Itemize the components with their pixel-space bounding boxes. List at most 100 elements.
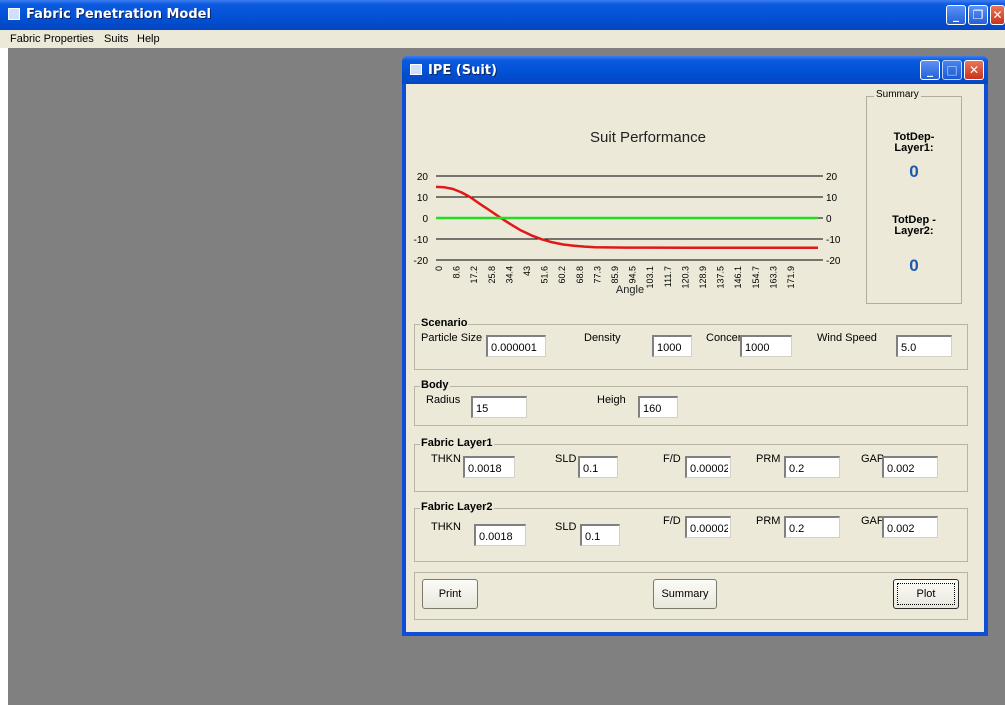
summary-button[interactable]: Summary xyxy=(653,579,717,609)
radius-label: Radius xyxy=(426,394,461,406)
x-tick-label: 51.6 xyxy=(540,266,550,284)
x-tick-label: 43 xyxy=(522,266,532,276)
layer2-fd-label: F/D xyxy=(663,515,681,527)
layer2-sld-input[interactable] xyxy=(580,524,620,546)
x-tick-label: 0 xyxy=(434,266,444,271)
heigh-label: Heigh xyxy=(597,394,626,406)
y2-tick-label: 10 xyxy=(826,193,838,204)
heigh-input[interactable] xyxy=(638,396,678,418)
x-tick-label: 85.9 xyxy=(610,266,620,284)
layer1-gap-label: GAP xyxy=(861,453,885,465)
layer2-fd-input[interactable] xyxy=(685,516,731,538)
y2-tick-label: 0 xyxy=(826,214,832,225)
wind-speed-input[interactable] xyxy=(896,335,952,357)
particle-size-input[interactable] xyxy=(486,335,546,357)
x-axis-label: Angle xyxy=(616,284,644,296)
totdep-layer1-value: 0 xyxy=(909,162,919,181)
suit-performance-chart: Suit Performance 20 20 10 10 0 0 -10 -10 -20 -20 0… xyxy=(414,129,841,296)
x-tick-label: 171.9 xyxy=(786,266,796,289)
restore-icon[interactable]: ❐ xyxy=(968,5,988,25)
menu-fabric-properties[interactable]: Fabric Properties xyxy=(10,33,94,45)
x-tick-label: 146.1 xyxy=(733,266,743,289)
app-titlebar: Fabric Penetration Model _ ❐ ✕ xyxy=(0,0,1005,30)
layer1-sld-input[interactable] xyxy=(578,456,618,478)
layer2-gap-input[interactable] xyxy=(882,516,938,538)
totdep-layer1-label: TotDep- Layer1: xyxy=(866,132,962,154)
window-close-icon[interactable]: ✕ xyxy=(964,60,984,80)
x-tick-label: 34.4 xyxy=(504,266,514,284)
x-tick-label: 94.5 xyxy=(628,266,638,284)
chart-plot-area: 20 20 10 10 0 0 -10 -10 -20 -20 0 8.6 17.2 25.8 34.4 43… xyxy=(414,172,841,289)
layer1-gap-input[interactable] xyxy=(882,456,938,478)
plot-button[interactable]: Plot xyxy=(893,579,959,609)
layer1-thkn-input[interactable] xyxy=(463,456,515,478)
fabric-layer2-title: Fabric Layer2 xyxy=(420,501,494,513)
menu-bar: Fabric Properties Suits Help xyxy=(0,30,1005,48)
y2-tick-label: 20 xyxy=(826,172,838,183)
totdep-layer2-value: 0 xyxy=(909,256,919,275)
layer2-prm-label: PRM xyxy=(756,515,781,527)
x-tick-label: 154.7 xyxy=(751,266,761,289)
layer2-prm-input[interactable] xyxy=(784,516,840,538)
x-tick-label: 163.3 xyxy=(768,266,778,289)
layer2-gap-label: GAP xyxy=(861,515,885,527)
menu-help[interactable]: Help xyxy=(137,33,160,45)
y2-tick-label: -20 xyxy=(826,256,841,267)
y-tick-label: 10 xyxy=(417,193,429,204)
density-label: Density xyxy=(584,332,621,344)
totdep-layer2-label-line2: Layer2: xyxy=(894,225,934,237)
radius-input[interactable] xyxy=(471,396,527,418)
window-title: IPE (Suit) xyxy=(428,63,497,78)
particle-size-label: Particle Size xyxy=(421,332,483,344)
summary-legend: Summary xyxy=(874,89,921,100)
layer1-sld-label: SLD xyxy=(555,453,577,465)
concen-label: Concen xyxy=(706,332,744,344)
x-tick-label: 17.2 xyxy=(469,266,479,284)
layer2-thkn-label: THKN xyxy=(431,521,461,533)
layer1-prm-label: PRM xyxy=(756,453,781,465)
x-tick-label: 120.3 xyxy=(680,266,690,289)
x-tick-label: 111.7 xyxy=(663,266,673,287)
y2-tick-label: -10 xyxy=(826,235,841,246)
layer1-prm-input[interactable] xyxy=(784,456,840,478)
x-tick-label: 128.9 xyxy=(698,266,708,289)
window-minimize-icon[interactable]: _ xyxy=(920,60,940,80)
ipe-titlebar[interactable]: IPE (Suit) _ □ ✕ xyxy=(402,56,988,84)
close-icon[interactable]: ✕ xyxy=(990,5,1005,25)
totdep-layer2-label: TotDep - Layer2: xyxy=(866,215,962,237)
y-tick-label: -20 xyxy=(414,256,429,267)
x-tick-label: 137.5 xyxy=(716,266,726,289)
x-tick-label: 8.6 xyxy=(452,266,462,279)
x-tick-label: 103.1 xyxy=(645,266,655,289)
layer2-thkn-input[interactable] xyxy=(474,524,526,546)
ipe-client-area: Suit Performance 20 20 10 10 0 0 -10 -10 -20 -20 0… xyxy=(406,84,984,632)
ipe-suit-window: IPE (Suit) _ □ ✕ Suit Performance 20 20 10… xyxy=(402,56,988,636)
minimize-icon[interactable]: _ xyxy=(946,5,966,25)
layer1-fd-label: F/D xyxy=(663,453,681,465)
x-tick-label: 77.3 xyxy=(592,266,602,284)
scenario-title: Scenario xyxy=(420,317,469,329)
x-tick-label: 68.8 xyxy=(575,266,585,284)
layer1-fd-input[interactable] xyxy=(685,456,731,478)
layer2-sld-label: SLD xyxy=(555,521,577,533)
y-tick-label: 20 xyxy=(417,172,429,183)
fabric-layer1-title: Fabric Layer1 xyxy=(420,437,494,449)
x-tick-label: 60.2 xyxy=(557,266,567,284)
print-button[interactable]: Print xyxy=(422,579,478,609)
wind-speed-label: Wind Speed xyxy=(817,332,877,344)
totdep-layer1-label-line2: Layer1: xyxy=(894,142,934,154)
x-tick-label: 25.8 xyxy=(487,266,497,284)
y-tick-label: -10 xyxy=(414,235,429,246)
menu-suits[interactable]: Suits xyxy=(104,33,128,45)
app-icon xyxy=(8,8,20,20)
layer1-thkn-label: THKN xyxy=(431,453,461,465)
window-icon xyxy=(410,64,422,75)
body-title: Body xyxy=(420,379,450,391)
window-maximize-icon[interactable]: □ xyxy=(942,60,962,80)
app-title: Fabric Penetration Model xyxy=(26,7,211,22)
y-tick-label: 0 xyxy=(422,214,428,225)
concen-input[interactable] xyxy=(740,335,792,357)
chart-title: Suit Performance xyxy=(590,129,706,146)
plot-button-label: Plot xyxy=(916,588,936,600)
density-input[interactable] xyxy=(652,335,692,357)
